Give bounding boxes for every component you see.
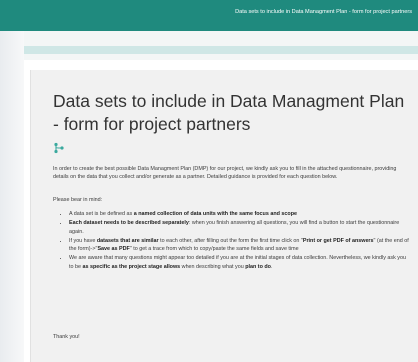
list-item: A data set is be defined as a named coll… [69, 210, 411, 218]
accent-strip [24, 46, 418, 54]
guidance-list: A data set is be defined as a named coll… [53, 210, 411, 272]
bear-in-mind-label: Please bear in mind: [53, 197, 103, 203]
form-title: Data sets to include in Data Managment P… [53, 91, 405, 134]
spacer [24, 60, 418, 70]
left-panel-edge [0, 31, 24, 362]
branch-icon [54, 142, 64, 154]
thank-you-text: Thank you! [53, 334, 80, 340]
intro-text: In order to create the best possible Dat… [53, 166, 397, 181]
list-item: We are aware that many questions might a… [69, 254, 411, 271]
list-item: Each dataset needs to be described separ… [69, 219, 411, 236]
header-title: Data sets to include in Data Managment P… [235, 9, 412, 15]
list-item: If you have datasets that are similar to… [69, 237, 411, 254]
form-card: Data sets to include in Data Managment P… [30, 70, 418, 362]
top-header-bar: Data sets to include in Data Managment P… [0, 0, 418, 31]
